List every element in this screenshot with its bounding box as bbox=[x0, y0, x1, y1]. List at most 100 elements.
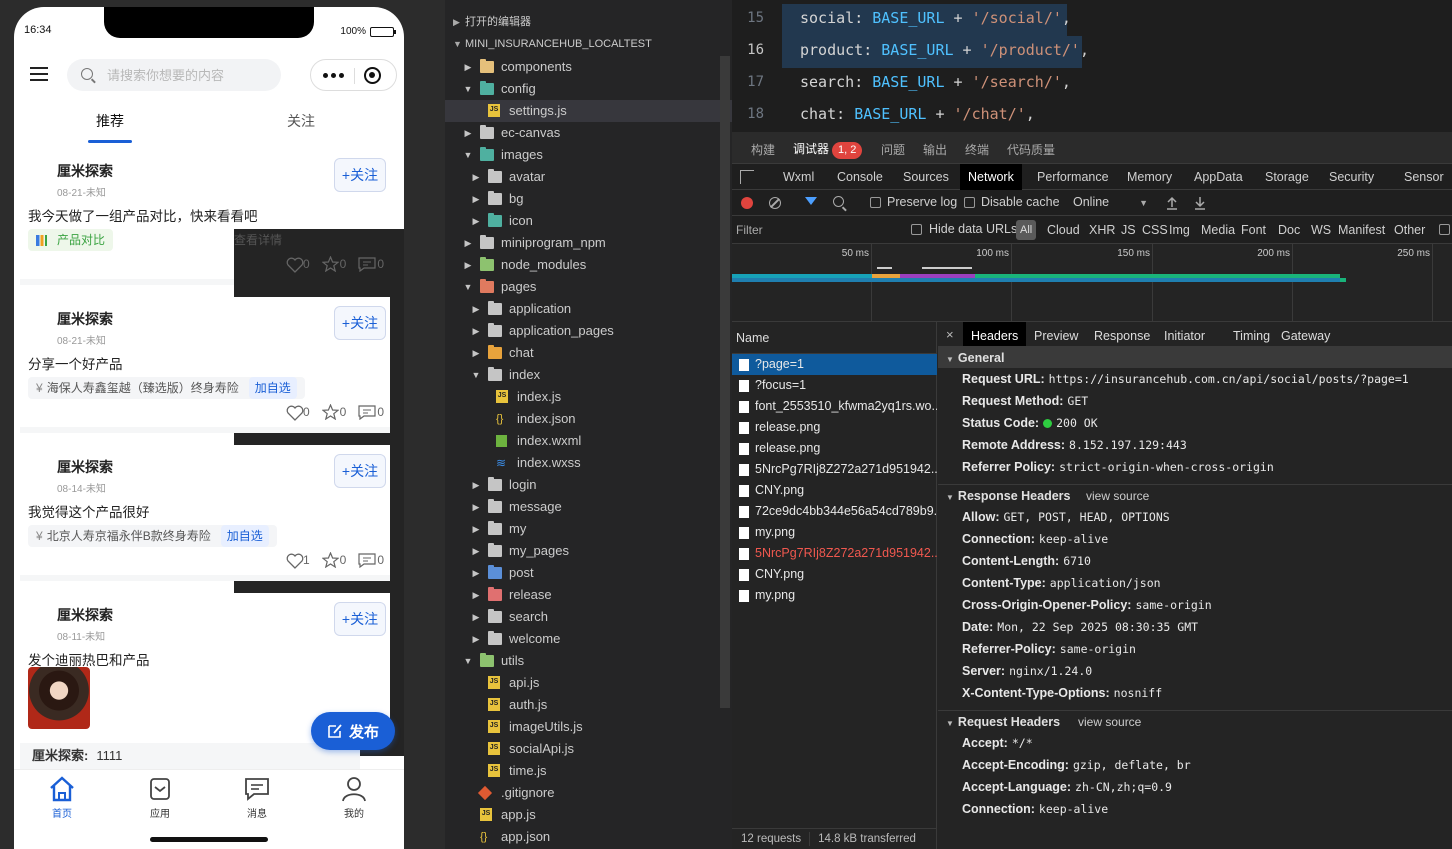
tab-output[interactable]: 输出 bbox=[923, 141, 947, 158]
explorer-scrollbar[interactable] bbox=[720, 56, 730, 708]
tab-storage[interactable]: Storage bbox=[1257, 164, 1317, 190]
compare-tag[interactable]: 产品对比 查看详情 bbox=[28, 229, 404, 756]
tree-item[interactable]: ▼ config bbox=[445, 78, 732, 100]
follow-button[interactable]: +关注 bbox=[334, 306, 386, 340]
like-action[interactable]: 0 bbox=[286, 405, 310, 421]
tree-item[interactable]: ▼ utils bbox=[445, 650, 732, 672]
chevron-right-icon[interactable]: ▶ bbox=[470, 562, 482, 584]
tree-item[interactable]: index.wxml bbox=[445, 430, 732, 452]
request-row[interactable]: release.png bbox=[732, 438, 937, 459]
name-column-header[interactable]: Name bbox=[732, 322, 937, 354]
filter-type-img[interactable]: Img bbox=[1169, 223, 1190, 237]
code-line[interactable]: 15 social: BASE_URL + '/social/', bbox=[732, 4, 1452, 36]
tab-problems[interactable]: 问题 bbox=[881, 141, 905, 158]
tab-following[interactable]: 关注 bbox=[251, 111, 351, 131]
post-image-thumbnail[interactable] bbox=[28, 667, 90, 729]
product-tag[interactable]: ¥ 北京人寿京福永伴B款终身寿险 加自选 bbox=[28, 525, 277, 547]
chevron-right-icon[interactable]: ▶ bbox=[470, 474, 482, 496]
tree-item[interactable]: JS imageUtils.js bbox=[445, 716, 732, 738]
tab-terminal[interactable]: 终端 bbox=[965, 141, 989, 158]
chevron-right-icon[interactable]: ▶ bbox=[470, 342, 482, 364]
follow-button[interactable]: +关注 bbox=[334, 158, 386, 192]
request-row[interactable]: ?focus=1 bbox=[732, 375, 937, 396]
filter-icon[interactable] bbox=[805, 197, 817, 205]
star-action[interactable]: 0 bbox=[321, 404, 346, 420]
close-detail-icon[interactable]: × bbox=[946, 327, 954, 342]
publish-button[interactable]: 发布 bbox=[311, 712, 395, 750]
comment-action[interactable]: 0 bbox=[358, 404, 384, 420]
inspect-element-icon[interactable] bbox=[740, 170, 754, 184]
tree-item[interactable]: ▶ post bbox=[445, 562, 732, 584]
chevron-right-icon[interactable]: ▶ bbox=[470, 584, 482, 606]
chevron-right-icon[interactable]: ▶ bbox=[462, 56, 474, 78]
request-row[interactable]: my.png bbox=[732, 522, 937, 543]
nav-profile[interactable]: 我的 bbox=[314, 776, 394, 820]
search-input[interactable] bbox=[107, 65, 267, 85]
tree-item[interactable]: {} index.json bbox=[445, 408, 732, 430]
filter-extra-checkbox[interactable] bbox=[1439, 224, 1450, 235]
project-root-section[interactable]: ▼ MINI_INSURANCEHUB_LOCALTEST bbox=[445, 33, 732, 55]
filter-type-manifest[interactable]: Manifest bbox=[1338, 223, 1385, 237]
filter-type-other[interactable]: Other bbox=[1394, 223, 1425, 237]
comment-action[interactable]: 0 bbox=[358, 256, 384, 272]
tree-item[interactable]: ▶ login bbox=[445, 474, 732, 496]
chevron-down-icon[interactable]: ▼ bbox=[462, 144, 474, 166]
like-action[interactable]: 0 bbox=[286, 257, 310, 273]
tree-item[interactable]: JS app.js bbox=[445, 804, 732, 826]
request-row[interactable]: ?page=1 bbox=[732, 354, 937, 375]
tree-item[interactable]: ▶ components bbox=[445, 56, 732, 78]
nav-home[interactable]: 首页 bbox=[22, 776, 102, 820]
tree-item[interactable]: .gitignore bbox=[445, 782, 732, 804]
tab-performance[interactable]: Performance bbox=[1029, 164, 1117, 190]
comment-action[interactable]: 0 bbox=[358, 552, 384, 568]
chevron-right-icon[interactable]: ▶ bbox=[470, 496, 482, 518]
tree-item[interactable]: ▶ avatar bbox=[445, 166, 732, 188]
post-author[interactable]: 厘米探索 bbox=[57, 161, 113, 181]
feed-post[interactable]: 厘米探索 08-14-未知 +关注 我觉得这个产品很好 ¥ 北京人寿京福永伴B款… bbox=[20, 445, 390, 581]
feed-post[interactable]: 厘米探索 08-21-未知 +关注 分享一个好产品 ¥ 海保人寿鑫玺越（臻选版）… bbox=[20, 297, 390, 433]
filter-type-js[interactable]: JS bbox=[1121, 223, 1136, 237]
add-to-watchlist-button[interactable]: 加自选 bbox=[248, 377, 297, 399]
tree-item[interactable]: JS socialApi.js bbox=[445, 738, 732, 760]
chevron-right-icon[interactable]: ▶ bbox=[470, 298, 482, 320]
tree-item[interactable]: ▶ node_modules bbox=[445, 254, 732, 276]
post-author[interactable]: 厘米探索 bbox=[57, 605, 113, 625]
record-icon[interactable] bbox=[741, 197, 753, 209]
nav-apps[interactable]: 应用 bbox=[120, 776, 200, 820]
tab-appdata[interactable]: AppData bbox=[1186, 164, 1251, 190]
tree-item[interactable]: ▶ application_pages bbox=[445, 320, 732, 342]
chevron-right-icon[interactable]: ▶ bbox=[462, 122, 474, 144]
tree-item[interactable]: ▶ miniprogram_npm bbox=[445, 232, 732, 254]
chevron-right-icon[interactable]: ▶ bbox=[462, 232, 474, 254]
filter-type-media[interactable]: Media bbox=[1201, 223, 1235, 237]
tab-wxml[interactable]: Wxml bbox=[775, 164, 822, 190]
filter-type-css[interactable]: CSS bbox=[1142, 223, 1168, 237]
import-har-icon[interactable] bbox=[1166, 196, 1178, 210]
request-row[interactable]: release.png bbox=[732, 417, 937, 438]
tab-recommend[interactable]: 推荐 bbox=[60, 111, 160, 143]
tree-item[interactable]: ▶ release bbox=[445, 584, 732, 606]
tree-item[interactable]: ▶ ec-canvas bbox=[445, 122, 732, 144]
product-tag[interactable]: ¥ 海保人寿鑫玺越（臻选版）终身寿险 加自选 bbox=[28, 377, 305, 399]
menu-icon[interactable] bbox=[30, 67, 48, 83]
tree-item[interactable]: ▶ my_pages bbox=[445, 540, 732, 562]
tab-sensor[interactable]: Sensor bbox=[1396, 164, 1452, 190]
tab-code-quality[interactable]: 代码质量 bbox=[1007, 141, 1055, 158]
chevron-down-icon[interactable]: ▼ bbox=[462, 276, 474, 298]
code-line[interactable]: 18 chat: BASE_URL + '/chat/', bbox=[732, 100, 1452, 132]
filter-type-xhr[interactable]: XHR bbox=[1089, 223, 1115, 237]
open-editors-section[interactable]: ▶ 打开的编辑器 bbox=[445, 11, 732, 33]
general-section[interactable]: ▼ General bbox=[938, 346, 1452, 368]
star-action[interactable]: 0 bbox=[321, 256, 346, 272]
nav-messages[interactable]: 消息 bbox=[217, 776, 297, 820]
tree-item[interactable]: ▶ message bbox=[445, 496, 732, 518]
request-row[interactable]: CNY.png bbox=[732, 480, 937, 501]
tree-item[interactable]: JS api.js bbox=[445, 672, 732, 694]
chevron-right-icon[interactable]: ▶ bbox=[470, 166, 482, 188]
search-bar[interactable] bbox=[67, 59, 281, 91]
like-action[interactable]: 1 bbox=[286, 553, 310, 569]
request-row[interactable]: CNY.png bbox=[732, 564, 937, 585]
throttling-select[interactable]: Online ▼ bbox=[1073, 195, 1148, 209]
response-headers-section[interactable]: ▼ Response Headers view source bbox=[938, 484, 1452, 506]
filter-input[interactable] bbox=[736, 220, 896, 240]
